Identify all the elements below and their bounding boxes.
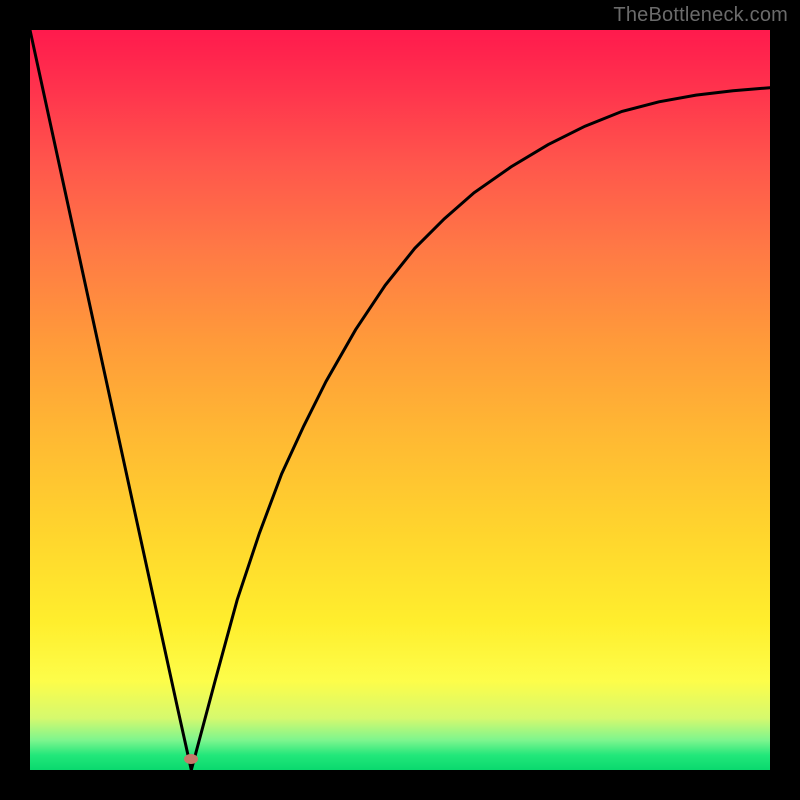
bottleneck-curve: [30, 30, 770, 770]
watermark-text: TheBottleneck.com: [613, 4, 788, 27]
chart-frame: TheBottleneck.com: [0, 0, 800, 800]
optimal-marker: [184, 754, 198, 764]
curve-path: [30, 30, 770, 770]
